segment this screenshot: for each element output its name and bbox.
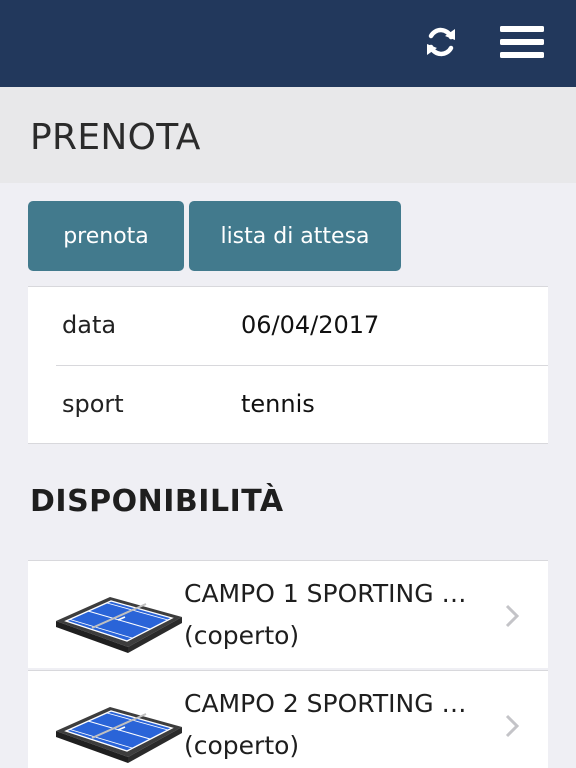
date-value[interactable]: 06/04/2017 [241,311,379,339]
page-title: PRENOTA [30,117,201,158]
title-bar: PRENOTA [0,87,576,183]
hamburger-menu-icon[interactable] [500,26,544,58]
date-row[interactable]: data 06/04/2017 [28,287,548,365]
tennis-court-icon [56,707,182,763]
sport-label: sport [62,390,124,418]
availability-title: DISPONIBILITÀ [30,484,284,519]
chevron-right-icon [505,714,520,738]
tab-prenota[interactable]: prenota [28,201,184,271]
court-type: (coperto) [184,731,300,760]
booking-form: data 06/04/2017 sport tennis [28,286,548,444]
court-list-item[interactable]: CAMPO 1 SPORTING … (coperto) [28,560,548,668]
sport-value[interactable]: tennis [241,390,315,418]
court-name: CAMPO 1 SPORTING … [184,579,467,608]
court-list-item[interactable]: CAMPO 2 SPORTING … (coperto) [28,670,548,768]
chevron-right-icon [505,604,520,628]
court-type: (coperto) [184,621,300,650]
date-label: data [62,311,117,339]
sport-row[interactable]: sport tennis [28,366,548,444]
tennis-court-icon [56,597,182,653]
court-name: CAMPO 2 SPORTING … [184,689,467,718]
refresh-icon[interactable] [423,24,459,60]
app-header [0,0,576,87]
tab-lista-di-attesa[interactable]: lista di attesa [189,201,401,271]
